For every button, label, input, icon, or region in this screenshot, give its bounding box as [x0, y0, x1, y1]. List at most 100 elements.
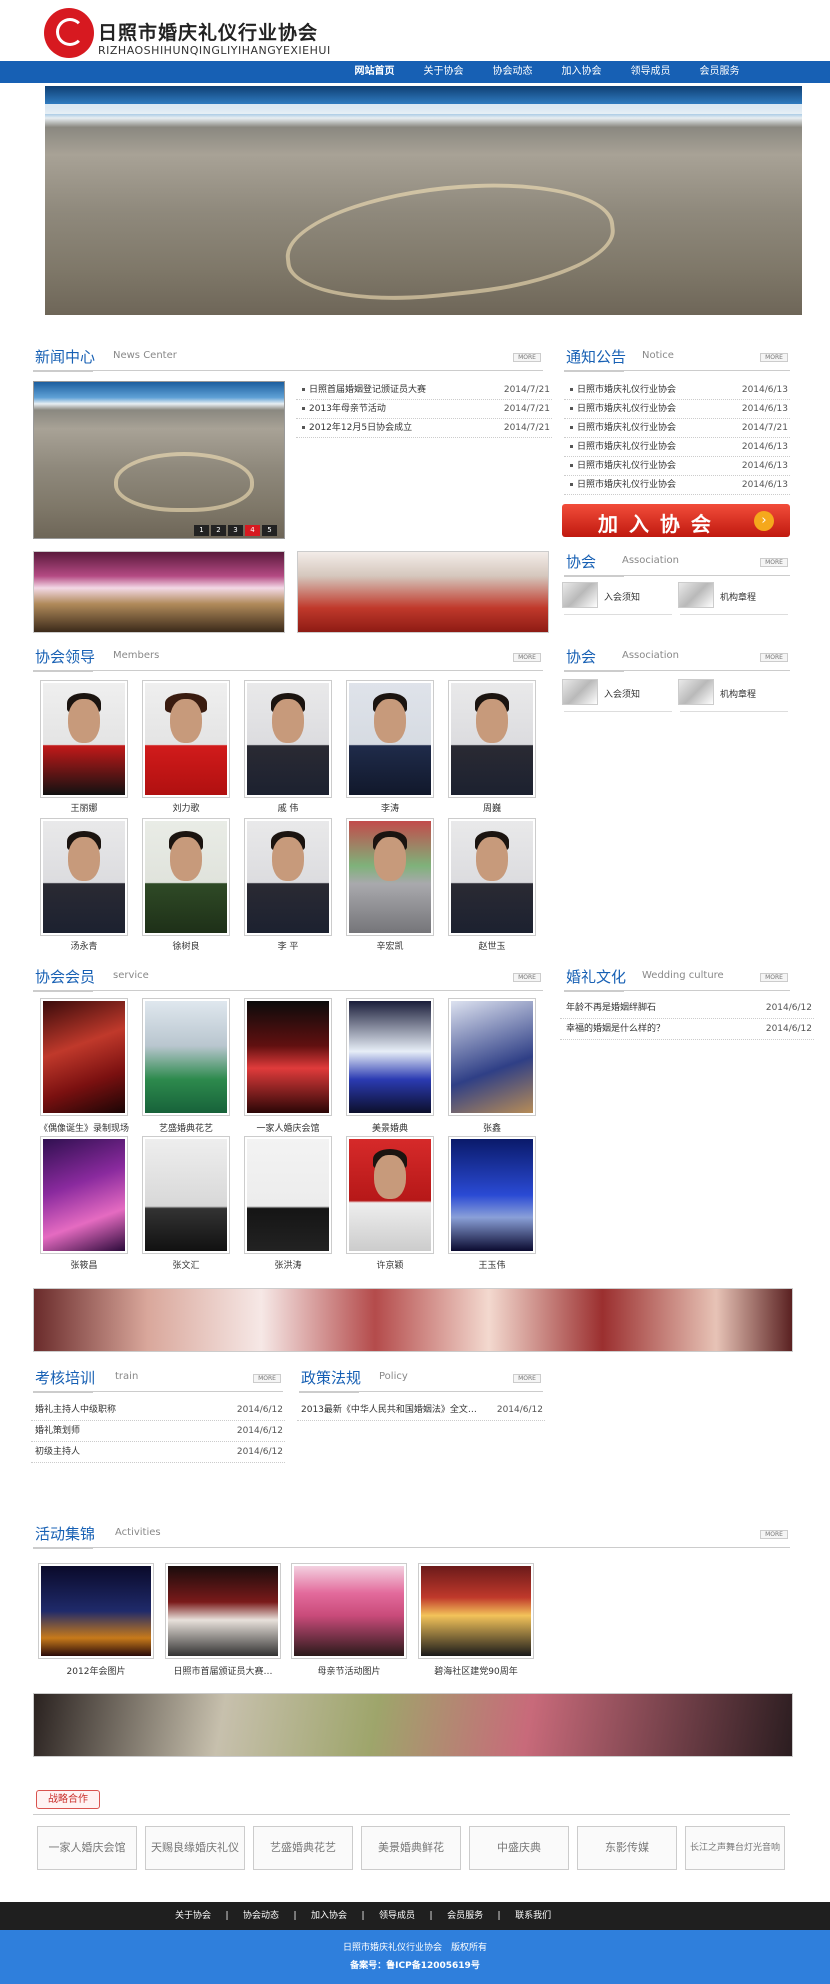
partner-logo[interactable]: 中盛庆典 [469, 1826, 569, 1870]
assoc-link-notice[interactable]: 入会须知 [604, 590, 640, 603]
leader-photo[interactable] [346, 818, 434, 936]
nav-news[interactable]: 协会动态 [478, 61, 547, 83]
footer-link-news[interactable]: 协会动态 [243, 1902, 279, 1930]
activities-more-button[interactable]: MORE [760, 1530, 788, 1539]
footer-link-contact[interactable]: 联系我们 [515, 1902, 551, 1930]
list-item[interactable]: 初级主持人 2014/6/12 [31, 1442, 285, 1463]
list-item[interactable]: 日照首届婚姻登记颁证员大赛 2014/7/21 [296, 381, 552, 400]
member-photo[interactable] [40, 1136, 128, 1254]
member-caption[interactable]: 《偶像诞生》录制现场 [36, 1121, 132, 1134]
member-photo[interactable] [448, 1136, 536, 1254]
join-association-banner[interactable]: 加 入 协 会 › [562, 504, 790, 537]
train-more-button[interactable]: MORE [253, 1374, 281, 1383]
news-more-button[interactable]: MORE [513, 353, 541, 362]
nav-about[interactable]: 关于协会 [409, 61, 478, 83]
leader-photo[interactable] [448, 680, 536, 798]
list-item[interactable]: 2013年母亲节活动 2014/7/21 [296, 400, 552, 419]
member-photo[interactable] [244, 1136, 332, 1254]
leader-name[interactable]: 汤永青 [40, 939, 128, 952]
list-item[interactable]: 2013最新《中华人民共和国婚姻法》全文… 2014/6/12 [297, 1400, 545, 1421]
activity-photo[interactable] [165, 1563, 281, 1659]
member-caption[interactable]: 张筱昌 [40, 1258, 128, 1271]
member-photo[interactable] [142, 998, 230, 1116]
activity-photo[interactable] [291, 1563, 407, 1659]
list-item[interactable]: 婚礼策划师 2014/6/12 [31, 1421, 285, 1442]
member-caption[interactable]: 美景婚典 [346, 1121, 434, 1134]
leader-name[interactable]: 戚 伟 [244, 801, 332, 814]
leader-name[interactable]: 辛宏凯 [346, 939, 434, 952]
leader-name[interactable]: 李涛 [346, 801, 434, 814]
leader-photo[interactable] [142, 818, 230, 936]
association-more-button-2[interactable]: MORE [760, 653, 788, 662]
pager-4[interactable]: 4 [245, 525, 260, 536]
leader-photo[interactable] [448, 818, 536, 936]
event-photo-left[interactable] [33, 551, 285, 633]
member-photo[interactable] [346, 998, 434, 1116]
list-item[interactable]: 日照市婚庆礼仪行业协会 2014/6/13 [564, 438, 790, 457]
footer-link-about[interactable]: 关于协会 [175, 1902, 211, 1930]
activity-caption[interactable]: 母亲节活动图片 [291, 1664, 407, 1677]
nav-leaders[interactable]: 领导成员 [616, 61, 685, 83]
member-photo[interactable] [40, 998, 128, 1116]
leader-name[interactable]: 徐树良 [142, 939, 230, 952]
leaders-more-button[interactable]: MORE [513, 653, 541, 662]
notice-more-button[interactable]: MORE [760, 353, 788, 362]
list-item[interactable]: 日照市婚庆礼仪行业协会 2014/6/13 [564, 457, 790, 476]
activity-caption[interactable]: 碧海社区建党90周年 [418, 1664, 534, 1677]
culture-more-button[interactable]: MORE [760, 973, 788, 982]
leader-photo[interactable] [244, 680, 332, 798]
leader-photo[interactable] [346, 680, 434, 798]
partners-tab[interactable]: 战略合作 [36, 1790, 100, 1809]
leader-photo[interactable] [142, 680, 230, 798]
member-caption[interactable]: 王玉伟 [448, 1258, 536, 1271]
pager-2[interactable]: 2 [211, 525, 226, 536]
nav-services[interactable]: 会员服务 [685, 61, 754, 83]
list-item[interactable]: 日照市婚庆礼仪行业协会 2014/6/13 [564, 476, 790, 495]
footer-link-services[interactable]: 会员服务 [447, 1902, 483, 1930]
activity-photo[interactable] [38, 1563, 154, 1659]
leader-name[interactable]: 李 平 [244, 939, 332, 952]
partner-logo[interactable]: 东影传媒 [577, 1826, 677, 1870]
pager-1[interactable]: 1 [194, 525, 209, 536]
activity-photo[interactable] [418, 1563, 534, 1659]
leader-name[interactable]: 刘力歌 [142, 801, 230, 814]
list-item[interactable]: 日照市婚庆礼仪行业协会 2014/7/21 [564, 419, 790, 438]
news-slideshow[interactable]: 1 2 3 4 5 [33, 381, 285, 539]
member-photo[interactable] [244, 998, 332, 1116]
list-item[interactable]: 幸福的婚姻是什么样的？ 2014/6/12 [560, 1019, 814, 1040]
list-item[interactable]: 日照市婚庆礼仪行业协会 2014/6/13 [564, 381, 790, 400]
footer-link-leaders[interactable]: 领导成员 [379, 1902, 415, 1930]
partner-logo[interactable]: 一家人婚庆会馆 [37, 1826, 137, 1870]
member-caption[interactable]: 张洪涛 [244, 1258, 332, 1271]
member-caption[interactable]: 一家人婚庆会馆 [244, 1121, 332, 1134]
event-photo-right[interactable] [297, 551, 549, 633]
policy-more-button[interactable]: MORE [513, 1374, 541, 1383]
nav-join[interactable]: 加入协会 [547, 61, 616, 83]
list-item[interactable]: 婚礼主持人中级职称 2014/6/12 [31, 1400, 285, 1421]
activity-caption[interactable]: 日照市首届颁证员大赛… [165, 1664, 281, 1677]
list-item[interactable]: 年龄不再是婚姻绊脚石 2014/6/12 [560, 998, 814, 1019]
members-more-button[interactable]: MORE [513, 973, 541, 982]
leader-name[interactable]: 王丽娜 [40, 801, 128, 814]
member-photo[interactable] [346, 1136, 434, 1254]
member-caption[interactable]: 张鑫 [448, 1121, 536, 1134]
member-caption[interactable]: 艺盛婚典花艺 [142, 1121, 230, 1134]
activity-caption[interactable]: 2012年会图片 [38, 1664, 154, 1677]
partner-logo[interactable]: 艺盛婚典花艺 [253, 1826, 353, 1870]
member-photo[interactable] [448, 998, 536, 1116]
partner-logo[interactable]: 美景婚典鲜花 [361, 1826, 461, 1870]
pager-3[interactable]: 3 [228, 525, 243, 536]
leader-name[interactable]: 周巍 [448, 801, 536, 814]
site-logo[interactable]: 日照市婚庆礼仪行业协会 RIZHAOSHIHUNQINGLIYIHANGYEXI… [44, 8, 344, 58]
leader-photo[interactable] [40, 680, 128, 798]
member-photo[interactable] [142, 1136, 230, 1254]
leader-name[interactable]: 赵世玉 [448, 939, 536, 952]
assoc-link-charter[interactable]: 机构章程 [720, 590, 756, 603]
list-item[interactable]: 日照市婚庆礼仪行业协会 2014/6/13 [564, 400, 790, 419]
leader-photo[interactable] [40, 818, 128, 936]
leader-photo[interactable] [244, 818, 332, 936]
list-item[interactable]: 2012年12月5日协会成立 2014/7/21 [296, 419, 552, 438]
member-caption[interactable]: 张文汇 [142, 1258, 230, 1271]
footer-link-join[interactable]: 加入协会 [311, 1902, 347, 1930]
partner-logo[interactable]: 长江之声舞台灯光音响 [685, 1826, 785, 1870]
